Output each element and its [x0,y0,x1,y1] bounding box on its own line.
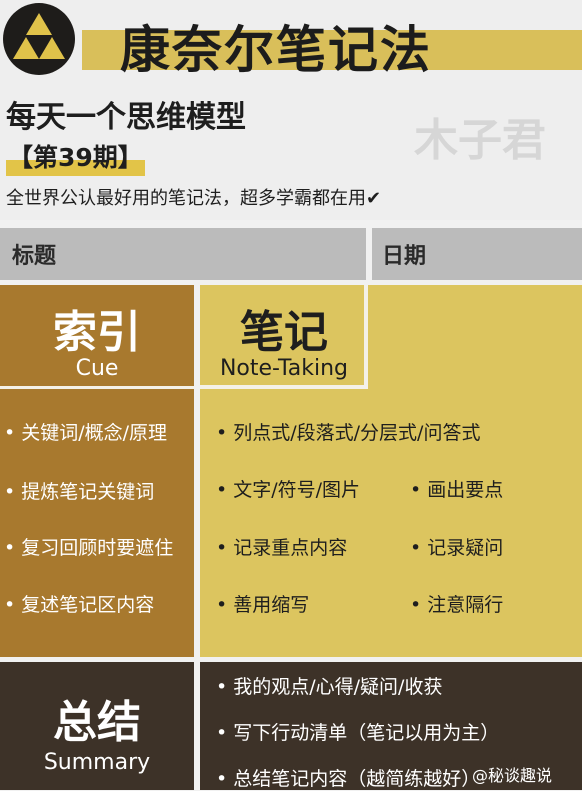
summary-item: • 写下行动清单（笔记以用为主） [216,722,500,744]
title-bar-label: 标题 [12,244,57,269]
note-item: • 善用缩写 [216,594,310,616]
note-item: • 文字/符号/图片 [216,479,361,501]
summary-item: • 我的观点/心得/疑问/收获 [216,676,443,698]
note-item: • 注意隔行 [410,594,504,616]
note-subtitle: Note-Taking [219,356,349,381]
triangle-logo-icon [3,3,75,75]
date-bar-label: 日期 [382,244,427,269]
tagline: 全世界公认最好用的笔记法，超多学霸都在用✔ [6,188,382,209]
watermark: 木子君 [414,115,546,166]
cue-subtitle: Cue [75,356,119,381]
cue-item: • 提炼笔记关键词 [4,481,155,503]
cue-item: • 关键词/概念/原理 [4,422,168,444]
note-item: • 记录疑问 [410,537,504,559]
summary-subtitle: Summary [43,750,151,775]
cue-item: • 复述笔记区内容 [4,594,155,616]
note-item: • 记录重点内容 [216,537,348,559]
source-credit: @秘谈趣说 [472,766,553,785]
summary-item: • 总结笔记内容（越简练越好） [216,768,481,790]
cue-title: 索引 [53,307,141,358]
issue-number: 【第39期】 [6,140,145,176]
note-title: 笔记 [240,307,328,358]
summary-title: 总结 [53,697,141,748]
page-title: 康奈尔笔记法 [120,21,432,79]
subtitle: 每天一个思维模型 [6,100,246,135]
note-item: • 画出要点 [410,479,504,501]
note-item: • 列点式/段落式/分层式/问答式 [216,422,481,444]
cue-item: • 复习回顾时要遮住 [4,537,174,559]
